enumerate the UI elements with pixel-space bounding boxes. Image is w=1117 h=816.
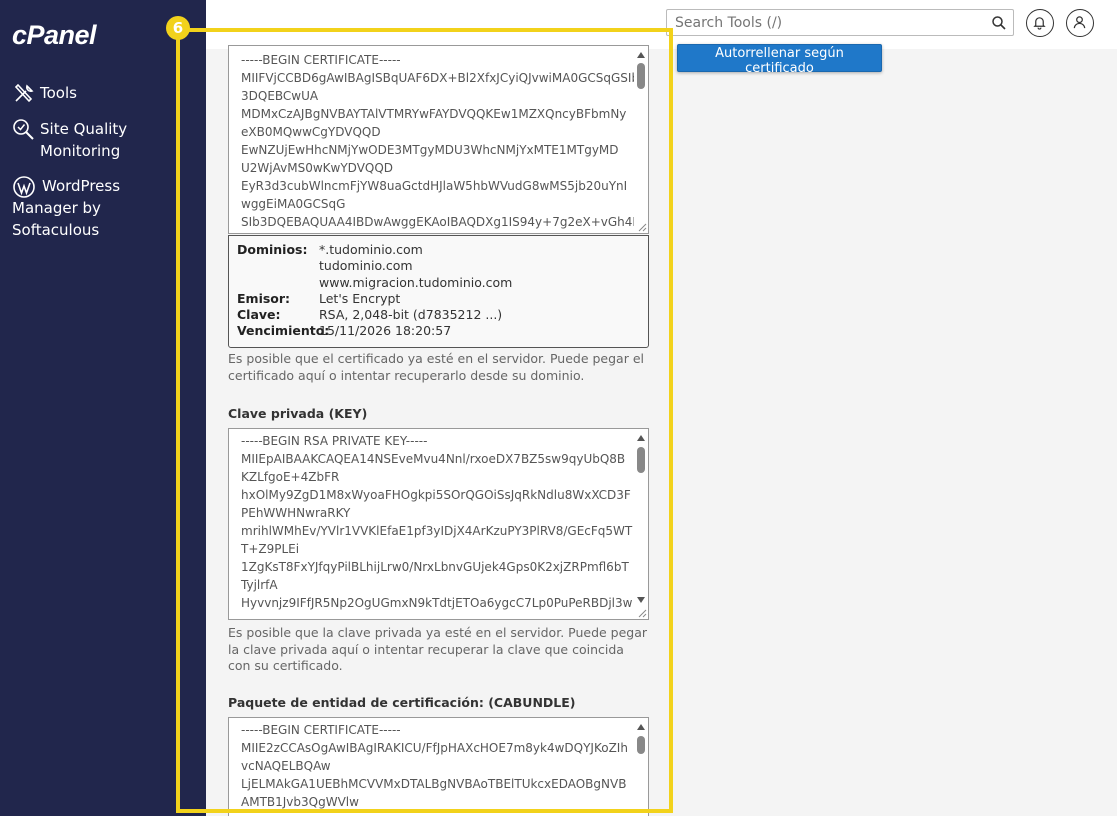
cpanel-logo[interactable]: cPanel (12, 20, 97, 51)
sidebar-item-wordpress-manager[interactable]: WordPress Manager by Softaculous (12, 175, 202, 241)
wordpress-icon (13, 176, 35, 198)
bell-icon (1033, 17, 1046, 30)
search-box (666, 9, 1014, 36)
search-icon[interactable] (991, 15, 1007, 31)
notifications-button[interactable] (1026, 9, 1054, 37)
autofill-by-certificate-button[interactable]: Autorrellenar según certificado (677, 44, 882, 76)
search-input[interactable] (667, 10, 993, 35)
tools-icon (14, 83, 34, 103)
user-icon (1073, 16, 1086, 29)
sidebar-item-label: Tools (40, 84, 77, 102)
step-number-badge: 6 (166, 16, 190, 40)
magnifier-check-icon (13, 119, 34, 140)
user-menu-button[interactable] (1066, 9, 1094, 37)
sidebar-item-label: Site Quality Monitoring (40, 120, 128, 160)
step-highlight-frame (176, 28, 673, 813)
